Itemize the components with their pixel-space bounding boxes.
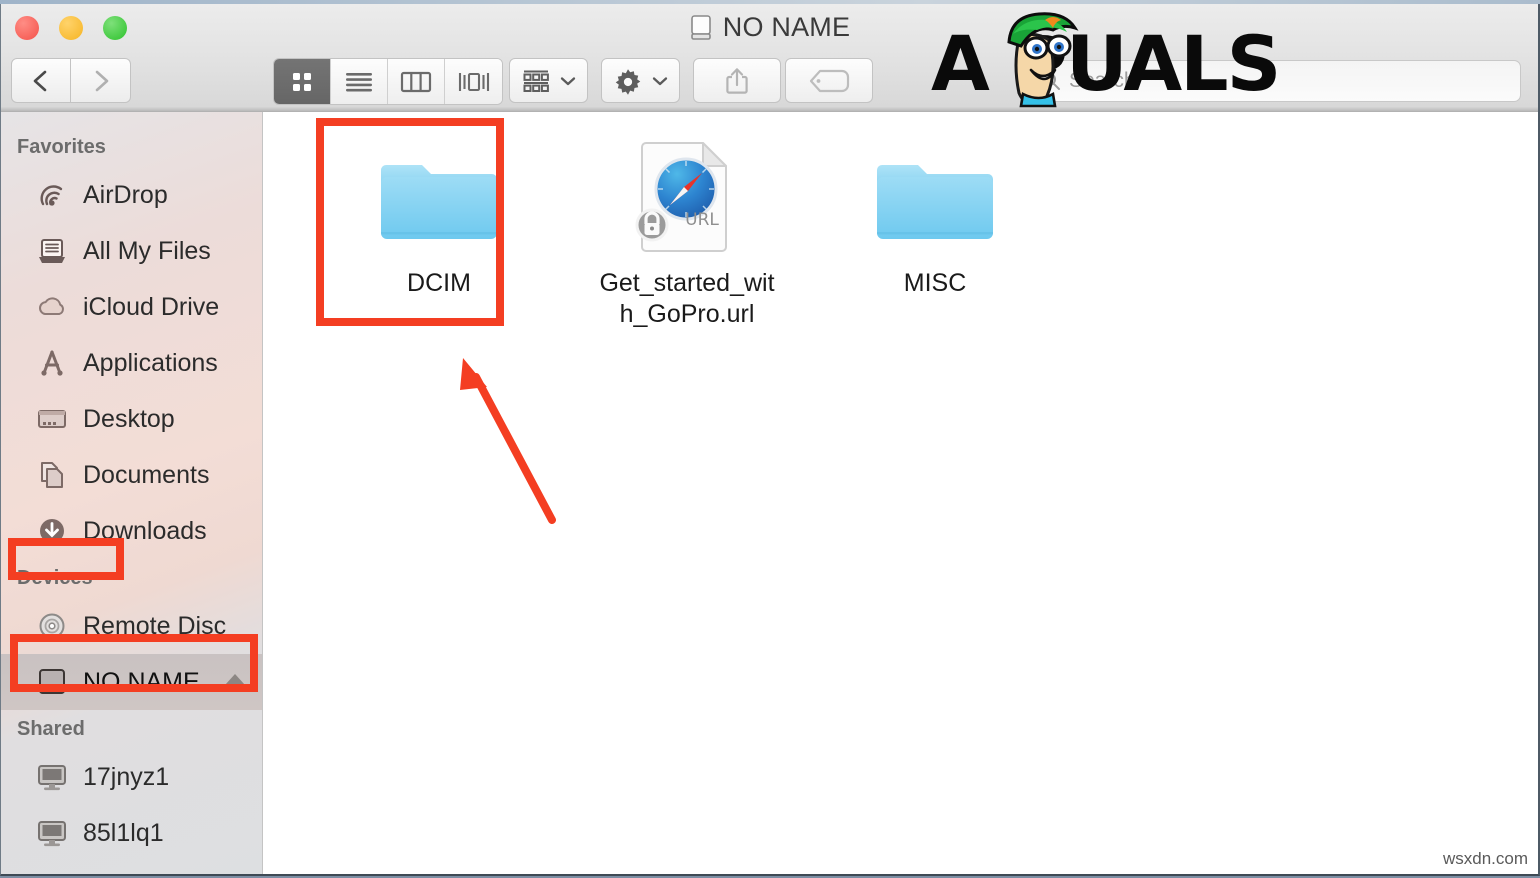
sidebar-item-label: NO NAME xyxy=(83,667,200,696)
tag-icon xyxy=(809,69,850,92)
file-item[interactable]: DCIM xyxy=(315,130,563,331)
columns-icon xyxy=(400,71,432,92)
sidebar-item-label: Desktop xyxy=(83,404,175,433)
drive-icon xyxy=(690,14,711,40)
arrange-icon xyxy=(523,70,549,92)
url-file-icon: URL xyxy=(635,142,727,252)
sidebar-item-icloud-drive[interactable]: iCloud Drive xyxy=(1,279,262,335)
icloud-icon xyxy=(39,297,64,315)
gear-icon xyxy=(615,68,641,95)
all-my-files-icon xyxy=(39,239,65,263)
sidebar-item-85l1lq1[interactable]: 85l1lq1 xyxy=(1,805,262,861)
sidebar-item-label: Downloads xyxy=(83,516,207,545)
window-titlebar: NO NAME Search A PUALS xyxy=(1,4,1538,112)
airdrop-icon xyxy=(40,185,63,206)
window-body: Favorites AirDrop All My Files iCloud Dr… xyxy=(1,112,1538,874)
share-button[interactable] xyxy=(693,58,781,103)
computer-icon xyxy=(38,765,66,791)
sidebar-item-label: Documents xyxy=(83,460,210,489)
sidebar-item-no-name[interactable]: NO NAME xyxy=(1,654,262,710)
wsxdn-watermark: wsxdn.com xyxy=(1442,849,1528,868)
sidebar: Favorites AirDrop All My Files iCloud Dr… xyxy=(1,112,263,874)
icon-view-button[interactable] xyxy=(274,59,331,104)
sidebar-item-label: Remote Disc xyxy=(83,611,227,640)
view-mode-segmented-control xyxy=(273,58,503,105)
sidebar-item-desktop[interactable]: Desktop xyxy=(1,391,262,447)
sidebar-item-remote-disc[interactable]: Remote Disc xyxy=(1,598,262,654)
sidebar-section-header-favorites: Favorites xyxy=(17,136,106,158)
search-icon xyxy=(1042,72,1060,90)
navigation-buttons xyxy=(11,58,131,103)
sidebar-item-label: All My Files xyxy=(83,236,211,265)
documents-icon xyxy=(41,462,63,488)
coverflow-icon xyxy=(458,72,489,91)
list-view-button[interactable] xyxy=(331,59,388,104)
file-name-label: DCIM xyxy=(407,269,471,297)
sidebar-item-documents[interactable]: Documents xyxy=(1,447,262,503)
sidebar-item-label: 17jnyz1 xyxy=(83,762,170,791)
back-button[interactable] xyxy=(11,58,71,103)
tag-button[interactable] xyxy=(785,58,873,103)
sidebar-item-label: 85l1lq1 xyxy=(83,818,164,847)
window-title-group: NO NAME xyxy=(1,12,1538,43)
sidebar-item-17jnyz1[interactable]: 17jnyz1 xyxy=(1,749,262,805)
grid-icon xyxy=(293,72,311,91)
coverflow-view-button[interactable] xyxy=(445,59,502,104)
file-item[interactable]: URL Get_started_with_GoPro.url xyxy=(563,130,811,331)
svg-text:URL: URL xyxy=(685,210,719,230)
file-content-area[interactable]: DCIM URL Get_started_with_GoPro.url MISC… xyxy=(263,112,1538,874)
chevron-right-icon xyxy=(95,70,108,91)
sidebar-item-label: AirDrop xyxy=(83,180,168,209)
eject-icon[interactable] xyxy=(222,670,248,694)
forward-button[interactable] xyxy=(71,58,131,103)
folder-icon xyxy=(877,165,993,239)
file-icon-grid: DCIM URL Get_started_with_GoPro.url MISC xyxy=(315,130,1059,331)
arrange-by-button[interactable] xyxy=(509,58,588,103)
search-placeholder: Search xyxy=(1069,69,1136,92)
search-field[interactable]: Search xyxy=(1023,60,1521,102)
sidebar-section-header-shared: Shared xyxy=(17,718,85,740)
sidebar-item-label: iCloud Drive xyxy=(83,292,220,321)
folder-icon xyxy=(381,165,497,239)
list-icon xyxy=(346,72,372,91)
action-menu-button[interactable] xyxy=(601,58,680,103)
file-item[interactable]: MISC xyxy=(811,130,1059,331)
drive-icon xyxy=(39,669,65,694)
desktop-icon xyxy=(38,410,66,428)
sidebar-item-applications[interactable]: Applications xyxy=(1,335,262,391)
finder-window: NO NAME Search A PUALS Favorites AirDrop… xyxy=(0,4,1540,876)
page-title: NO NAME xyxy=(722,12,851,42)
sidebar-item-airdrop[interactable]: AirDrop xyxy=(1,167,262,223)
chevron-left-icon xyxy=(33,70,47,91)
file-name-label: Get_started_with_GoPro.url xyxy=(599,269,775,329)
applications-icon xyxy=(41,350,63,376)
computer-icon xyxy=(38,821,66,847)
sidebar-item-all-my-files[interactable]: All My Files xyxy=(1,223,262,279)
share-icon xyxy=(726,67,748,94)
screenshot-root: NO NAME Search A PUALS Favorites AirDrop… xyxy=(0,0,1540,878)
column-view-button[interactable] xyxy=(388,59,445,104)
sidebar-item-label: Applications xyxy=(83,348,218,377)
sidebar-item-downloads[interactable]: Downloads xyxy=(1,503,262,559)
downloads-icon xyxy=(40,519,64,543)
chevron-down-icon xyxy=(560,76,576,85)
sidebar-section-header-devices: Devices xyxy=(17,567,93,589)
file-name-label: MISC xyxy=(903,269,967,297)
chevron-down-icon xyxy=(652,76,668,85)
disc-icon xyxy=(39,613,65,639)
